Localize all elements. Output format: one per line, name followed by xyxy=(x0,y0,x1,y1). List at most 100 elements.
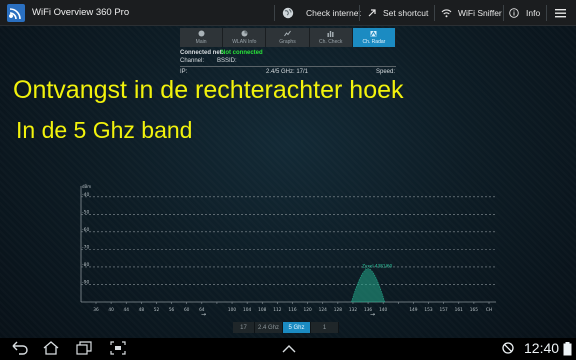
band-count-5-button[interactable]: 1 xyxy=(311,322,339,333)
tab-wlan-info[interactable]: WLAN Info xyxy=(223,28,267,47)
band-5ghz-button[interactable]: 5 Ghz xyxy=(283,322,311,333)
action-separator xyxy=(503,5,504,21)
x-tick-label: 60 xyxy=(184,307,190,313)
annotation-line-1: Ontvangst in de rechterachter hoek xyxy=(13,76,404,104)
band-count-24-button[interactable]: 17 xyxy=(233,322,255,333)
x-axis-ticks: 36 40 44 48 52 56 60 64 100 104 108 112 116 120 124 128… xyxy=(93,302,492,313)
x-tick-label: 161 xyxy=(455,307,463,313)
bssid-label: BSSID: xyxy=(217,58,237,64)
band-5ghz-label: 5 Ghz xyxy=(288,324,305,331)
x-tick-label: 44 xyxy=(123,307,129,313)
tab-ch-check[interactable]: Ch. Check xyxy=(309,28,353,47)
tab-ch-check-label: Ch. Check xyxy=(319,39,343,45)
tab-graphs-label: Graphs xyxy=(279,39,296,45)
channels-arrow-2: → xyxy=(370,311,375,318)
home-icon[interactable] xyxy=(43,341,59,355)
tab-ch-radar[interactable]: Ch. Radar xyxy=(352,28,397,47)
band-count-5-label: 1 xyxy=(322,324,327,331)
overflow-menu-icon xyxy=(555,9,566,18)
channels-arrow-1: → xyxy=(201,311,206,318)
x-tick-label: 56 xyxy=(169,307,175,313)
back-icon[interactable] xyxy=(12,341,28,355)
app-title: WiFi Overview 360 Pro xyxy=(32,7,130,18)
overflow-menu-button[interactable] xyxy=(555,0,566,26)
x-tick-label: 124 xyxy=(319,307,327,313)
y-tick-label: -90 xyxy=(82,279,89,285)
band-selector: 17 2.4 Ghz 5 Ghz 1 xyxy=(233,322,339,333)
set-shortcut-label: Set shortcut xyxy=(383,8,429,18)
x-tick-label: 128 xyxy=(334,307,342,313)
signal-peak xyxy=(351,268,386,303)
screenshot-icon[interactable] xyxy=(110,341,126,355)
action-separator xyxy=(359,5,360,21)
tab-main[interactable]: Main xyxy=(180,28,224,47)
info-icon xyxy=(509,8,519,18)
system-navigation-bar: 12:40 xyxy=(0,338,576,360)
x-tick-label: 40 xyxy=(108,307,114,313)
connected-net-label: Connected net: xyxy=(180,50,224,56)
globe-icon xyxy=(282,7,294,19)
x-tick-label: 140 xyxy=(379,307,387,313)
x-tick-label: 132 xyxy=(349,307,357,313)
tab-wlan-info-label: WLAN Info xyxy=(232,39,257,45)
tab-graphs[interactable]: Graphs xyxy=(266,28,310,47)
info-divider xyxy=(180,66,396,67)
x-tick-label: 52 xyxy=(154,307,160,313)
radar-icon xyxy=(370,31,377,37)
signal-peak-label: Zyxel 4381/60 xyxy=(362,264,392,269)
bars-icon xyxy=(327,31,334,37)
x-tick-label: 108 xyxy=(258,307,266,313)
radio-icon xyxy=(198,30,205,37)
y-axis-ticks: -40 -50 -60 -70 -80 -90 xyxy=(82,192,89,286)
ip-label: IP: xyxy=(180,69,188,75)
app-screen: WiFi Overview 360 Pro Check internet Set… xyxy=(0,0,576,360)
status-clock: 12:40 xyxy=(524,340,560,356)
action-separator xyxy=(546,5,547,21)
action-separator xyxy=(274,5,275,21)
x-tick-label: 120 xyxy=(304,307,312,313)
recent-apps-icon[interactable] xyxy=(76,341,92,355)
pie-icon xyxy=(241,30,248,37)
y-tick-label: -40 xyxy=(82,192,89,198)
x-tick-label: 36 xyxy=(93,307,99,313)
band-count-24-label: 17 xyxy=(240,324,247,331)
info-button[interactable]: Info xyxy=(509,0,540,26)
tab-ch-radar-label: Ch. Radar xyxy=(362,39,386,45)
connected-net-value: Not connected xyxy=(221,50,263,56)
chart-grid xyxy=(80,186,496,303)
wifi-sniffer-button[interactable]: WiFi Sniffer xyxy=(441,0,502,26)
action-separator xyxy=(434,5,435,21)
channel-label: Channel: xyxy=(180,58,205,64)
pin-icon xyxy=(368,9,376,17)
band-24ghz-button[interactable]: 2.4 Ghz xyxy=(255,322,283,333)
tab-bar: Main WLAN Info Graphs Ch. Check Ch. Rada… xyxy=(180,28,397,47)
graph-icon xyxy=(284,30,291,37)
x-tick-label: 112 xyxy=(273,307,281,313)
x-tick-label: CH xyxy=(486,307,492,313)
wifi-sniffer-label: WiFi Sniffer xyxy=(458,8,502,18)
app-logo-icon[interactable] xyxy=(7,3,25,22)
channel-radar-chart: -40-50-60-70-80-90 36 40 44 48 52 56 60 64 100 10… xyxy=(80,184,496,318)
x-tick-label: 116 xyxy=(288,307,296,313)
band-summary: 2.4/5 GHz: 17/1 xyxy=(266,69,309,75)
y-tick-label: -70 xyxy=(82,244,89,250)
action-bar: WiFi Overview 360 Pro Check internet Set… xyxy=(0,0,576,26)
speed-label: Speed: xyxy=(376,69,396,75)
battery-icon xyxy=(563,342,572,356)
annotation-line-2: In de 5 Ghz band xyxy=(16,117,193,143)
block-icon xyxy=(502,342,514,354)
y-tick-label: -60 xyxy=(82,227,89,233)
check-internet-label: Check internet xyxy=(306,8,361,18)
y-axis-unit-label: dBm xyxy=(82,184,91,189)
x-tick-label: 104 xyxy=(243,307,251,313)
set-shortcut-button[interactable]: Set shortcut xyxy=(367,0,428,26)
chart-series: Zyxel 4381/60 xyxy=(351,264,393,303)
tab-main-label: Main xyxy=(195,39,207,45)
y-tick-label: -50 xyxy=(82,209,89,215)
x-tick-label: 157 xyxy=(440,307,448,313)
up-chevron-icon[interactable] xyxy=(281,344,297,354)
x-tick-label: 100 xyxy=(228,307,236,313)
check-internet-button[interactable]: Check internet xyxy=(282,0,361,26)
band-24ghz-label: 2.4 Ghz xyxy=(257,324,279,331)
y-tick-label: -80 xyxy=(82,262,89,268)
